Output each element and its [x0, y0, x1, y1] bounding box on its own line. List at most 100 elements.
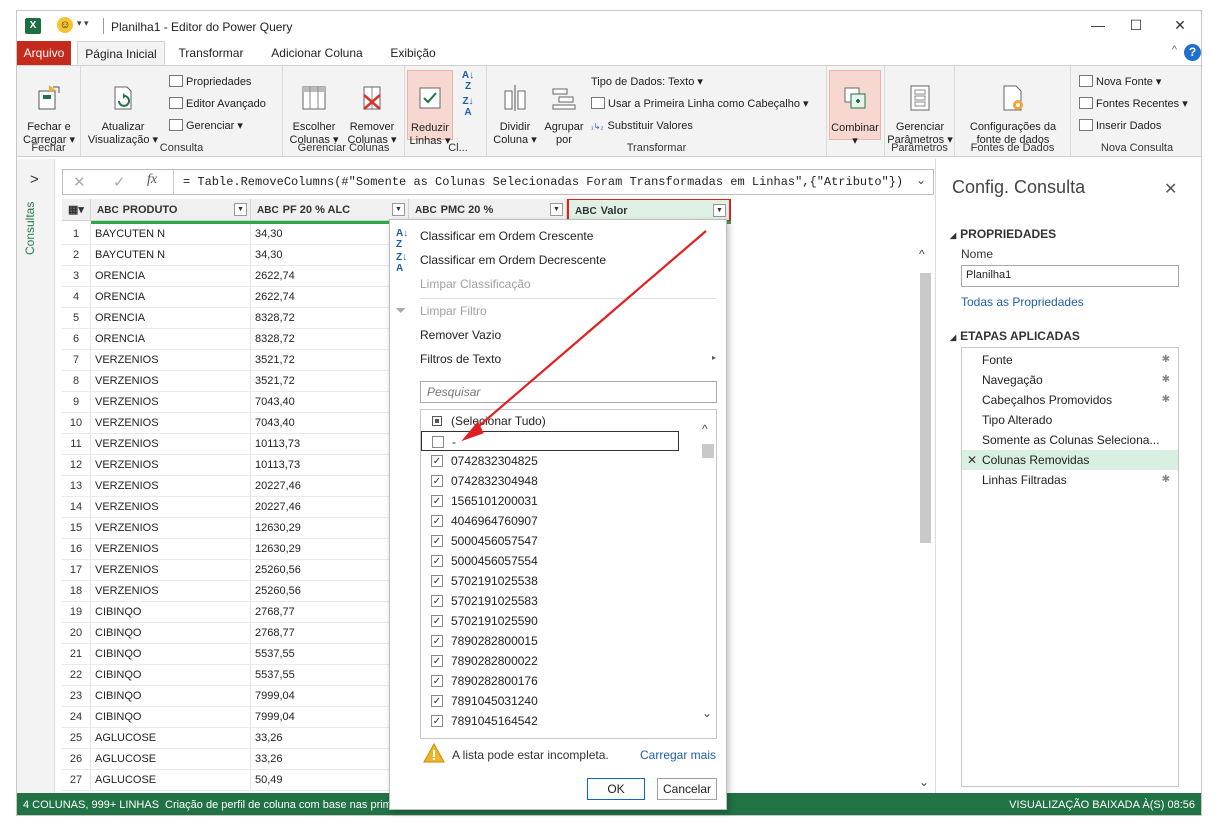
cell-produto[interactable]: ORENCIA: [91, 329, 251, 350]
row-number[interactable]: 22: [62, 665, 91, 686]
minimize-button[interactable]: —: [1087, 15, 1109, 35]
cell-produto[interactable]: VERZENIOS: [91, 539, 251, 560]
cell-produto[interactable]: BAYCUTEN N: [91, 245, 251, 266]
tab-adicionar-coluna[interactable]: Adicionar Coluna: [261, 41, 373, 65]
quick-access-dropdown[interactable]: ▾ ▾: [77, 18, 89, 29]
cell-pf[interactable]: 34,30: [251, 224, 409, 245]
row-number[interactable]: 16: [62, 539, 91, 560]
manage-button[interactable]: Gerenciar ▾: [169, 116, 243, 136]
applied-step[interactable]: Fonte ✱: [962, 350, 1178, 370]
close-button[interactable]: ✕: [1169, 15, 1191, 35]
cancel-button[interactable]: Cancelar: [657, 778, 717, 800]
scroll-thumb[interactable]: [702, 444, 714, 458]
checked-checkbox[interactable]: ✓: [431, 615, 443, 627]
text-type-icon[interactable]: ABC: [415, 205, 437, 216]
filter-dropdown-icon[interactable]: ▼: [392, 203, 405, 216]
scroll-up-icon[interactable]: ^: [919, 247, 925, 261]
split-column-button[interactable]: Dividir Coluna ▾: [491, 70, 539, 147]
cell-pf[interactable]: 8328,72: [251, 308, 409, 329]
select-all-checkbox[interactable]: [432, 416, 442, 426]
row-number[interactable]: 12: [62, 455, 91, 476]
cell-pf[interactable]: 5537,55: [251, 665, 409, 686]
filter-list-item[interactable]: -: [421, 431, 679, 451]
row-number[interactable]: 27: [62, 770, 91, 791]
column-header-pf[interactable]: ABC PF 20 % ALC ▼: [251, 199, 409, 221]
row-number[interactable]: 4: [62, 287, 91, 308]
combine-button[interactable]: Combinar ▾: [829, 70, 881, 147]
unchecked-checkbox[interactable]: [432, 436, 444, 448]
row-number[interactable]: 26: [62, 749, 91, 770]
applied-step[interactable]: Cabeçalhos Promovidos ✱: [962, 390, 1178, 410]
row-number[interactable]: 18: [62, 581, 91, 602]
load-more-link[interactable]: Carregar mais: [640, 748, 716, 762]
cell-pf[interactable]: 50,49: [251, 770, 409, 791]
sort-button[interactable]: A↓ Z Z↓ A: [457, 70, 479, 118]
applied-steps-section-header[interactable]: ◢ ETAPAS APLICADAS: [950, 329, 1080, 343]
step-settings-gear-icon[interactable]: ✱: [1162, 470, 1170, 490]
formula-input[interactable]: = Table.RemoveColumns(#"Somente as Colun…: [183, 175, 903, 189]
checked-checkbox[interactable]: ✓: [431, 515, 443, 527]
cell-pf[interactable]: 7043,40: [251, 413, 409, 434]
cell-pf[interactable]: 10113,73: [251, 455, 409, 476]
data-source-settings-button[interactable]: Configurações da fonte de dados: [959, 70, 1067, 147]
replace-values-button[interactable]: ₁↳₂ Substituir Valores: [591, 116, 693, 136]
row-number[interactable]: 10: [62, 413, 91, 434]
properties-button[interactable]: Propriedades: [169, 72, 251, 92]
step-settings-gear-icon[interactable]: ✱: [1162, 370, 1170, 390]
row-number[interactable]: 20: [62, 623, 91, 644]
confirm-formula-icon[interactable]: ✓: [113, 173, 126, 191]
filter-dropdown-icon[interactable]: ▼: [234, 203, 247, 216]
cell-produto[interactable]: VERZENIOS: [91, 350, 251, 371]
reduce-rows-button[interactable]: Reduzir Linhas ▾: [407, 70, 453, 147]
group-by-button[interactable]: Agrupar por: [541, 70, 587, 147]
cell-produto[interactable]: VERZENIOS: [91, 455, 251, 476]
scroll-thumb[interactable]: [920, 273, 931, 543]
cell-produto[interactable]: VERZENIOS: [91, 434, 251, 455]
row-number[interactable]: 13: [62, 476, 91, 497]
menu-sort-descending[interactable]: Classificar em Ordem Decrescente: [420, 249, 606, 271]
collapse-ribbon-icon[interactable]: ^: [1172, 44, 1177, 56]
properties-section-header[interactable]: ◢ PROPRIEDADES: [950, 227, 1056, 241]
row-number[interactable]: 7: [62, 350, 91, 371]
applied-step[interactable]: Navegação ✱: [962, 370, 1178, 390]
row-number[interactable]: 3: [62, 266, 91, 287]
cell-pf[interactable]: 5537,55: [251, 644, 409, 665]
table-menu-button[interactable]: ▦▾: [62, 199, 91, 221]
checked-checkbox[interactable]: ✓: [431, 675, 443, 687]
menu-remove-empty[interactable]: Remover Vazio: [420, 324, 501, 346]
step-settings-gear-icon[interactable]: ✱: [1162, 350, 1170, 370]
cell-pf[interactable]: 12630,29: [251, 518, 409, 539]
row-number[interactable]: 6: [62, 329, 91, 350]
expand-queries-icon[interactable]: >: [30, 171, 39, 188]
cell-produto[interactable]: VERZENIOS: [91, 413, 251, 434]
checked-checkbox[interactable]: ✓: [431, 655, 443, 667]
cell-produto[interactable]: VERZENIOS: [91, 518, 251, 539]
menu-text-filters[interactable]: Filtros de Texto: [420, 348, 501, 370]
cell-pf[interactable]: 2622,74: [251, 287, 409, 308]
applied-step[interactable]: Somente as Colunas Seleciona...: [962, 430, 1178, 450]
checked-checkbox[interactable]: ✓: [431, 455, 443, 467]
cell-produto[interactable]: CIBINQO: [91, 665, 251, 686]
row-number[interactable]: 9: [62, 392, 91, 413]
cell-produto[interactable]: ORENCIA: [91, 308, 251, 329]
row-number[interactable]: 25: [62, 728, 91, 749]
smile-feedback-icon[interactable]: ☺: [57, 17, 73, 33]
cell-pf[interactable]: 7999,04: [251, 686, 409, 707]
use-first-row-headers-button[interactable]: Usar a Primeira Linha como Cabeçalho ▾: [591, 94, 809, 114]
queries-label[interactable]: Consultas: [23, 202, 37, 255]
cell-produto[interactable]: CIBINQO: [91, 623, 251, 644]
enter-data-button[interactable]: Inserir Dados: [1079, 116, 1161, 136]
row-number[interactable]: 19: [62, 602, 91, 623]
cell-pf[interactable]: 2622,74: [251, 266, 409, 287]
cell-pf[interactable]: 10113,73: [251, 434, 409, 455]
applied-step[interactable]: Tipo Alterado: [962, 410, 1178, 430]
checked-checkbox[interactable]: ✓: [431, 695, 443, 707]
cell-pf[interactable]: 33,26: [251, 749, 409, 770]
cell-pf[interactable]: 33,26: [251, 728, 409, 749]
filter-list-scrollbar[interactable]: ^ ⌄: [700, 410, 716, 738]
row-number[interactable]: 8: [62, 371, 91, 392]
cell-pf[interactable]: 2768,77: [251, 623, 409, 644]
refresh-preview-button[interactable]: Atualizar Visualização ▾: [85, 70, 161, 147]
scroll-up-icon[interactable]: ^: [702, 422, 708, 436]
query-name-input[interactable]: Planilha1: [961, 265, 1179, 287]
